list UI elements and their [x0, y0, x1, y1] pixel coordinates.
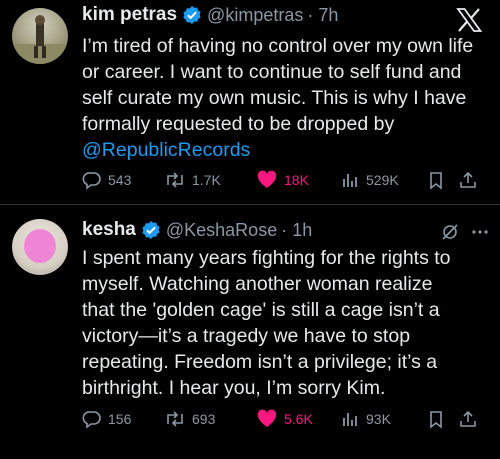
like-count: 5.6K — [284, 411, 313, 427]
tweet-text-line: I spent many years fighting for the righ… — [82, 247, 451, 269]
timestamp[interactable]: · 7h — [307, 5, 338, 26]
tweet-text-line: formally requested to be dropped by — [82, 113, 395, 135]
user-handle[interactable]: @KeshaRose — [166, 220, 277, 241]
bookmark-icon — [430, 172, 442, 190]
tweet-text-line: self curate my own music. This is why I … — [82, 87, 467, 109]
tweet-text: I spent many years fighting for the righ… — [82, 245, 482, 401]
share-icon — [460, 410, 476, 427]
tweet-text-line: myself. Watching another woman realize — [82, 273, 433, 295]
repost-icon — [167, 172, 183, 188]
avatar-redaction — [24, 229, 56, 263]
reply-button[interactable]: 156 — [82, 409, 131, 429]
tweet-kim-petras[interactable]: kim petras @kimpetras · 7h I’m tired of … — [0, 0, 500, 205]
verified-badge-icon — [141, 220, 161, 240]
heart-icon — [257, 409, 277, 427]
grok-icon[interactable] — [440, 222, 460, 247]
reply-button[interactable]: 543 — [82, 170, 131, 190]
tweet-text-line: repeating. Freedom isn’t a privilege; it… — [82, 351, 438, 373]
avatar[interactable] — [12, 8, 68, 64]
like-button[interactable]: 5.6K — [256, 409, 313, 429]
repost-count: 693 — [192, 411, 216, 427]
view-count: 529K — [366, 172, 399, 188]
like-button[interactable]: 18K — [256, 170, 309, 190]
tweet-text-line: I’m tired of having no control over my o… — [82, 35, 474, 57]
views-button[interactable]: 529K — [340, 170, 399, 190]
action-bar: 543 1.7K 18K 529K — [82, 168, 482, 192]
views-icon — [343, 174, 357, 187]
tweet-text-line: that the 'golden cage' is still a cage i… — [82, 299, 440, 321]
tweet-text-line: or career. I want to continue to self fu… — [82, 61, 462, 83]
share-button[interactable] — [458, 170, 478, 190]
share-button[interactable] — [458, 409, 478, 429]
heart-icon — [257, 170, 277, 188]
tweet-text-line: victory—it’s a tragedy we have to stop — [82, 325, 411, 347]
user-handle[interactable]: @kimpetras — [207, 5, 303, 26]
verified-badge-icon — [182, 5, 202, 25]
repost-button[interactable]: 693 — [164, 409, 215, 429]
reply-icon — [82, 411, 101, 429]
avatar[interactable] — [12, 219, 68, 275]
share-icon — [460, 171, 476, 188]
mention-link[interactable]: @RepublicRecords — [82, 137, 482, 163]
like-count: 18K — [284, 172, 309, 188]
reply-icon — [82, 172, 101, 190]
reply-count: 543 — [108, 172, 132, 188]
tweet-header: kesha @KeshaRose · 1h — [82, 219, 312, 241]
repost-icon — [167, 411, 183, 427]
repost-count: 1.7K — [192, 172, 221, 188]
view-count: 93K — [366, 411, 391, 427]
repost-button[interactable]: 1.7K — [164, 170, 221, 190]
action-bar: 156 693 5.6K 93K — [82, 407, 482, 431]
display-name[interactable]: kim petras — [82, 4, 177, 26]
timestamp[interactable]: · 1h — [281, 220, 312, 241]
bookmark-icon — [430, 411, 442, 429]
bookmark-button[interactable] — [426, 409, 446, 429]
tweet-text-line: birthright. I hear you, I’m sorry Kim. — [82, 377, 386, 399]
tweet-text: I’m tired of having no control over my o… — [82, 33, 482, 163]
tweet-header: kim petras @kimpetras · 7h — [82, 4, 338, 26]
reply-count: 156 — [108, 411, 132, 427]
display-name[interactable]: kesha — [82, 219, 136, 241]
bookmark-button[interactable] — [426, 170, 446, 190]
views-button[interactable]: 93K — [340, 409, 391, 429]
views-icon — [343, 413, 357, 426]
more-icon[interactable] — [470, 222, 490, 247]
